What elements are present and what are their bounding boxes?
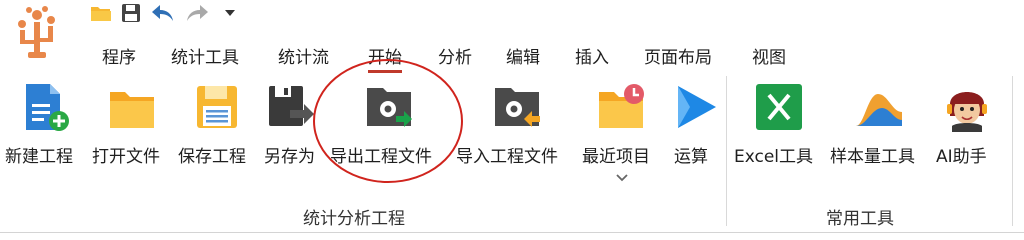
export-project-icon: [367, 88, 412, 127]
ai-assistant-icon: [947, 92, 987, 132]
tab-stat-tools[interactable]: 统计工具: [171, 43, 239, 68]
new-project-label: 新建工程: [5, 147, 73, 167]
ribbon-tabs: 程序 统计工具 统计流 开始 分析 编辑 插入 页面布局 视图: [0, 40, 1024, 72]
open-folder-icon: [110, 92, 154, 128]
redo-icon[interactable]: [184, 0, 210, 26]
tab-stat-flow[interactable]: 统计流: [278, 43, 329, 68]
export-project-label: 导出工程文件: [330, 147, 432, 167]
excel-tool-label: Excel工具: [734, 147, 814, 167]
excel-tool-button[interactable]: Excel工具: [730, 74, 826, 174]
import-project-label: 导入工程文件: [456, 147, 558, 167]
ribbon-bottom-border: [0, 232, 1024, 233]
group-label-common-tools: 常用工具: [826, 209, 894, 229]
open-folder-quick-icon[interactable]: [88, 0, 114, 26]
group-label-stat-project: 统计分析工程: [303, 209, 405, 229]
export-project-button[interactable]: 导出工程文件: [326, 74, 454, 174]
recent-projects-label: 最近项目: [582, 147, 650, 167]
save-project-label: 保存工程: [178, 147, 246, 167]
save-project-icon: [197, 86, 237, 128]
tab-view[interactable]: 视图: [752, 43, 786, 68]
recent-projects-icon: [599, 84, 644, 128]
sample-size-icon: [856, 94, 902, 126]
import-project-button[interactable]: 导入工程文件: [454, 74, 578, 174]
open-file-label: 打开文件: [92, 147, 160, 167]
save-project-button[interactable]: 保存工程: [178, 74, 262, 174]
group-separator-right: [1012, 76, 1013, 226]
chevron-down-icon[interactable]: [616, 174, 628, 182]
tab-page-layout[interactable]: 页面布局: [644, 43, 712, 68]
new-project-icon: [26, 84, 69, 131]
tab-insert[interactable]: 插入: [575, 43, 609, 68]
run-icon: [678, 86, 716, 128]
save-as-icon: [269, 86, 314, 126]
recent-projects-button[interactable]: 最近项目: [578, 74, 666, 189]
sample-size-tool-label: 样本量工具: [830, 147, 915, 167]
sample-size-tool-button[interactable]: 样本量工具: [826, 74, 934, 174]
new-project-button[interactable]: 新建工程: [0, 74, 90, 174]
save-as-label: 另存为: [264, 147, 315, 167]
undo-icon[interactable]: [150, 0, 176, 26]
tab-start[interactable]: 开始: [368, 43, 402, 68]
tab-edit[interactable]: 编辑: [506, 43, 540, 68]
import-project-icon: [495, 88, 540, 127]
run-button[interactable]: 运算: [666, 74, 722, 174]
excel-icon: [756, 84, 802, 130]
tab-analysis[interactable]: 分析: [438, 43, 472, 68]
tab-program[interactable]: 程序: [102, 43, 136, 68]
save-as-button[interactable]: 另存为: [262, 74, 326, 174]
run-label: 运算: [674, 147, 708, 167]
ai-assistant-label: AI助手: [936, 147, 987, 167]
ai-assistant-button[interactable]: AI助手: [934, 74, 1004, 174]
quick-access-toolbar: [0, 0, 1024, 58]
open-file-button[interactable]: 打开文件: [90, 74, 178, 174]
ribbon-panel: 新建工程 打开文件 保存工程 另存为 导出工程文件 导入工程文件 最近项目 运算…: [0, 74, 1024, 237]
customize-toolbar-icon[interactable]: [220, 0, 240, 26]
save-quick-icon[interactable]: [118, 0, 144, 26]
group-separator: [726, 76, 727, 226]
